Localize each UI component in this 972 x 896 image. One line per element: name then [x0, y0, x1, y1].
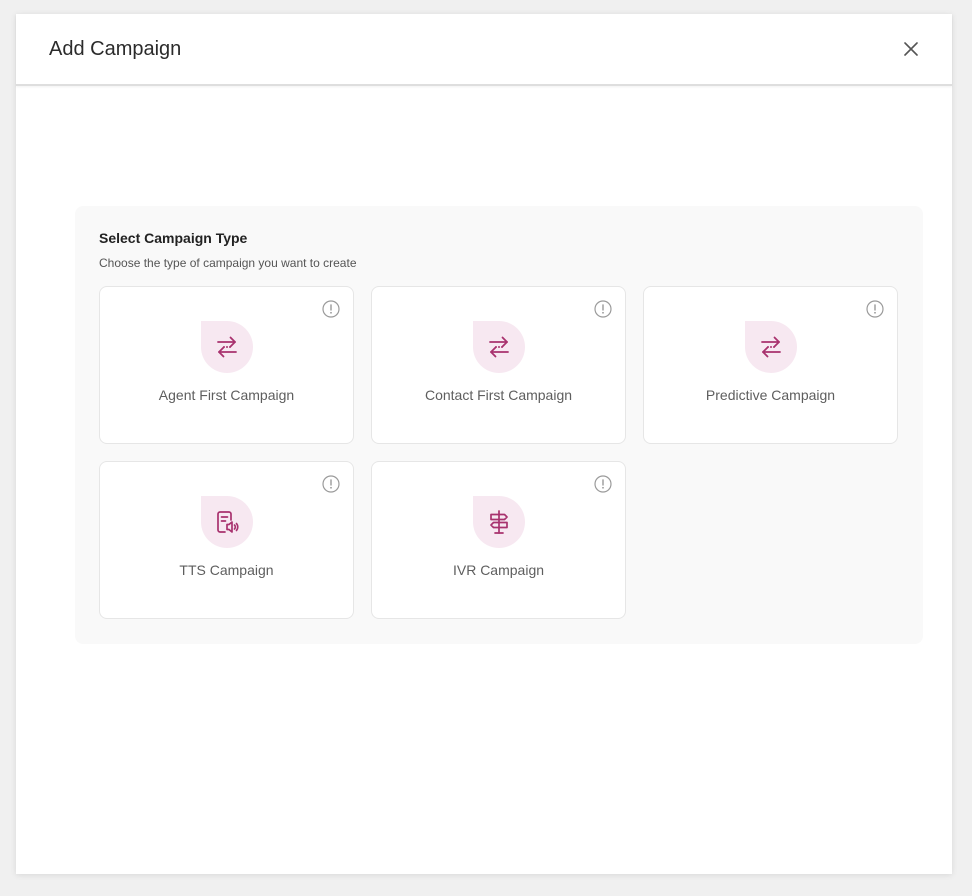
card-tts-campaign[interactable]: TTS Campaign [99, 461, 354, 619]
campaign-type-panel: Select Campaign Type Choose the type of … [75, 206, 923, 644]
card-icon-badge [473, 496, 525, 548]
card-icon-badge [201, 496, 253, 548]
modal-header: Add Campaign [16, 14, 952, 86]
card-label: Predictive Campaign [705, 387, 836, 403]
document-speaker-icon [217, 511, 239, 533]
info-icon[interactable] [866, 300, 884, 318]
panel-title: Select Campaign Type [99, 230, 248, 246]
card-label: Agent First Campaign [158, 387, 295, 403]
card-label: IVR Campaign [452, 562, 545, 578]
card-ivr-campaign[interactable]: IVR Campaign [371, 461, 626, 619]
close-icon [904, 42, 918, 56]
info-icon[interactable] [594, 300, 612, 318]
card-predictive-campaign[interactable]: Predictive Campaign [643, 286, 898, 444]
modal-title: Add Campaign [49, 38, 182, 60]
card-label: TTS Campaign [179, 562, 274, 578]
card-icon-badge [201, 321, 253, 373]
info-icon[interactable] [594, 475, 612, 493]
info-icon[interactable] [322, 475, 340, 493]
close-button[interactable] [898, 36, 924, 62]
card-contact-first-campaign[interactable]: Contact First Campaign [371, 286, 626, 444]
card-label: Contact First Campaign [424, 387, 573, 403]
swap-arrows-icon [761, 336, 781, 358]
card-agent-first-campaign[interactable]: Agent First Campaign [99, 286, 354, 444]
swap-arrows-icon [489, 336, 509, 358]
add-campaign-modal: Add Campaign Select Campaign Type Choose… [16, 14, 952, 874]
card-icon-badge [745, 321, 797, 373]
panel-subtitle: Choose the type of campaign you want to … [99, 256, 357, 270]
card-icon-badge [473, 321, 525, 373]
swap-arrows-icon [217, 336, 237, 358]
signpost-icon [490, 510, 508, 534]
info-icon[interactable] [322, 300, 340, 318]
